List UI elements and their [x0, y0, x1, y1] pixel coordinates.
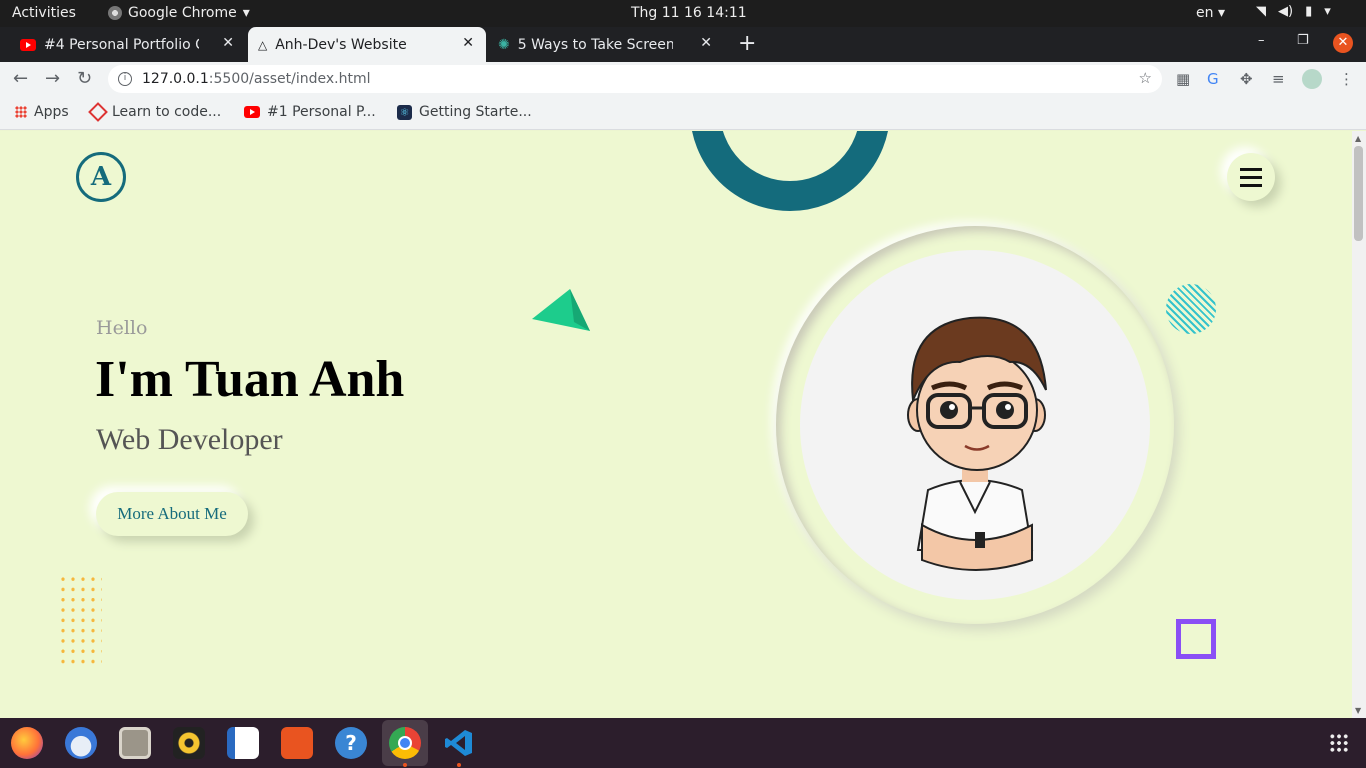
decorative-triangle [532, 289, 590, 331]
close-tab-icon[interactable]: ✕ [462, 35, 474, 51]
wifi-icon: ◥ [1256, 4, 1266, 19]
forward-button[interactable]: → [45, 68, 60, 89]
decorative-dots [58, 574, 102, 664]
show-applications-icon[interactable] [1329, 733, 1349, 753]
clock[interactable]: Thg 11 16 14:11 [631, 5, 747, 21]
extensions-puzzle-icon[interactable]: ✥ [1240, 70, 1253, 88]
minimize-window-button[interactable]: – [1258, 33, 1265, 48]
restore-window-button[interactable]: ❐ [1297, 33, 1309, 48]
tab-anh-dev-website[interactable]: △ Anh-Dev's Website ✕ [248, 27, 486, 62]
battery-icon: ▮ [1305, 4, 1313, 19]
tab-title: Anh-Dev's Website [275, 36, 407, 53]
bookmarks-bar: Apps Learn to code... #1 Personal P... ⚛… [0, 96, 1366, 130]
menu-bar [1240, 176, 1262, 179]
caret-down-icon: ▾ [242, 5, 250, 21]
page-scrollbar[interactable]: ▲ ▼ [1352, 131, 1366, 718]
app-menu-label: Google Chrome [128, 5, 237, 21]
bookmark-learn-to-code[interactable]: Learn to code... [88, 102, 222, 122]
firefox-icon[interactable] [11, 727, 43, 759]
youtube-icon [20, 38, 36, 51]
bookmark-label: Getting Starte... [419, 104, 532, 120]
site-logo[interactable]: A [76, 152, 126, 202]
vscode-icon[interactable] [443, 727, 475, 759]
scroll-up-arrow[interactable]: ▲ [1355, 134, 1361, 143]
bookmark-personal-portfolio[interactable]: #1 Personal P... [244, 104, 376, 120]
tab-title: #4 Personal Portfolio Cor [44, 36, 199, 53]
bookmark-label: Learn to code... [112, 104, 222, 120]
help-icon[interactable]: ? [335, 727, 367, 759]
tab-screenshots-article[interactable]: ✺ 5 Ways to Take Screensho ✕ [488, 27, 724, 62]
chrome-icon [108, 6, 122, 20]
activities-button[interactable]: Activities [12, 5, 76, 21]
bookmark-star-icon[interactable]: ☆ [1139, 69, 1152, 87]
rhythmbox-icon[interactable] [173, 727, 205, 759]
hamburger-menu-button[interactable] [1227, 153, 1275, 201]
reload-button[interactable]: ↻ [77, 68, 92, 89]
running-indicator [457, 763, 461, 767]
tab-title: 5 Ways to Take Screensho [517, 36, 673, 53]
app-menu[interactable]: Google Chrome ▾ [108, 5, 250, 21]
hero-name: I'm Tuan Anh [95, 351, 405, 408]
running-indicator [403, 763, 407, 767]
bookmark-label: Apps [34, 104, 69, 120]
bookmark-label: #1 Personal P... [267, 104, 376, 120]
tab-portfolio-video[interactable]: #4 Personal Portfolio Cor ✕ [10, 27, 246, 62]
address-bar[interactable]: i 127.0.0.1:5500/asset/index.html ☆ [108, 65, 1162, 93]
extension-icon[interactable]: ▦ [1176, 70, 1190, 88]
back-button[interactable]: ← [13, 68, 28, 89]
media-controls-icon[interactable]: ≡ [1272, 70, 1285, 88]
avatar-frame [776, 226, 1174, 624]
gear-site-icon: ✺ [498, 36, 510, 53]
react-icon: ⚛ [397, 104, 412, 120]
bookmark-apps[interactable]: Apps [15, 104, 69, 120]
page-viewport: A Hello I'm Tuan Anh Web Developer More … [0, 131, 1352, 718]
chrome-menu-icon[interactable]: ⋮ [1339, 70, 1354, 88]
close-tab-icon[interactable]: ✕ [222, 35, 234, 51]
tab-strip: #4 Personal Portfolio Cor ✕ △ Anh-Dev's … [0, 27, 1366, 62]
freecodecamp-icon [88, 102, 108, 122]
files-icon[interactable] [119, 727, 151, 759]
new-tab-button[interactable]: + [738, 31, 756, 56]
avatar [907, 316, 1047, 571]
language-indicator[interactable]: en ▾ [1196, 5, 1225, 21]
more-about-me-button[interactable]: More About Me [96, 492, 248, 536]
system-top-bar: Activities Google Chrome ▾ Thg 11 16 14:… [0, 0, 1366, 27]
ubuntu-dock: ? [0, 718, 1366, 768]
site-info-icon[interactable]: i [118, 72, 132, 86]
url-path: :5500/asset/index.html [208, 71, 371, 87]
youtube-icon [244, 106, 260, 118]
apps-grid-icon [15, 106, 27, 118]
hero-role: Web Developer [96, 423, 283, 456]
close-window-button[interactable]: ✕ [1333, 33, 1353, 53]
chrome-icon[interactable] [389, 727, 421, 759]
decorative-square [1176, 619, 1216, 659]
menu-bar [1240, 168, 1262, 171]
avatar-circle [800, 250, 1150, 600]
bookmark-getting-started[interactable]: ⚛ Getting Starte... [397, 104, 532, 120]
software-icon[interactable] [281, 727, 313, 759]
site-triangle-icon: △ [258, 37, 268, 52]
decorative-ring [690, 131, 890, 211]
scrollbar-thumb[interactable] [1354, 146, 1363, 241]
system-menu[interactable]: ◥ ◀) ▮ ▾ [1256, 4, 1331, 19]
decorative-striped-circle [1166, 284, 1216, 334]
close-tab-icon[interactable]: ✕ [700, 35, 712, 51]
profile-avatar[interactable] [1302, 69, 1322, 89]
volume-icon: ◀) [1278, 4, 1294, 19]
url-host: 127.0.0.1 [142, 71, 209, 87]
greeting-text: Hello [96, 317, 148, 339]
browser-toolbar: ← → ↻ i 127.0.0.1:5500/asset/index.html … [0, 62, 1366, 96]
writer-icon[interactable] [227, 727, 259, 759]
translate-icon[interactable]: G [1207, 70, 1219, 88]
scroll-down-arrow[interactable]: ▼ [1355, 706, 1361, 715]
menu-bar [1240, 184, 1262, 187]
thunderbird-icon[interactable] [65, 727, 97, 759]
caret-down-icon: ▾ [1324, 4, 1331, 19]
